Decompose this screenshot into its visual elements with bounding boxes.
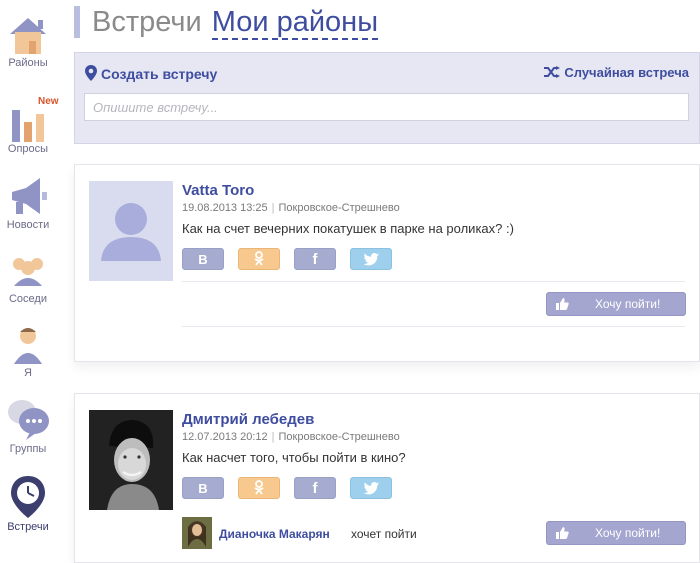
sidebar-item-me[interactable]: Я (0, 322, 56, 379)
want-to-go-label: Хочу пойти! (595, 297, 661, 311)
meetup-district: Покровское-Стрешнево (278, 431, 400, 443)
create-meetup-link[interactable]: Создать встречу (85, 65, 217, 82)
meta-separator: | (271, 431, 275, 443)
vk-icon: В (198, 481, 208, 496)
person-icon (14, 328, 42, 364)
random-meetup-link[interactable]: Случайная встреча (544, 65, 689, 80)
sidebar-item-label: Опросы (7, 143, 49, 155)
vk-icon: В (198, 252, 208, 267)
facebook-icon: f (312, 480, 318, 497)
meetup-description-input[interactable] (84, 93, 689, 121)
default-avatar-icon (89, 181, 173, 281)
page-title: Встречи Мои районы (92, 4, 379, 40)
want-to-go-button[interactable]: Хочу пойти! (546, 292, 686, 316)
share-vk-button[interactable]: В (182, 477, 224, 499)
create-meetup-label: Создать встречу (101, 66, 218, 82)
sidebar-item-news[interactable]: Новости (0, 174, 56, 231)
header-accent-bar (74, 6, 80, 38)
author-name-link[interactable]: Дмитрий лебедев (182, 411, 314, 428)
meetup-meta: 12.07.2013 20:12 | Покровское-Стрешнево (182, 431, 400, 443)
meetup-district: Покровское-Стрешнево (278, 202, 400, 214)
meetup-meta: 19.08.2013 13:25 | Покровское-Стрешнево (182, 202, 400, 214)
meetup-card: Дмитрий лебедев 12.07.2013 20:12 | Покровс… (74, 393, 700, 563)
share-twitter-button[interactable] (350, 248, 392, 270)
odnoklassniki-icon (254, 480, 264, 495)
thumbs-up-icon (556, 298, 569, 310)
share-facebook-button[interactable]: f (294, 248, 336, 270)
twitter-icon (363, 482, 379, 495)
sidebar-item-label: Встречи (7, 521, 49, 533)
new-badge: New (38, 96, 59, 107)
meetup-date: 19.08.2013 13:25 (182, 202, 268, 214)
attendee-name-link[interactable]: Дианочка Макарян (219, 527, 330, 541)
sidebar-item-polls[interactable]: New Опросы (0, 96, 59, 155)
attendee-avatar[interactable] (182, 517, 212, 549)
map-pin-icon (85, 65, 97, 81)
share-facebook-button[interactable]: f (294, 477, 336, 499)
sidebar-item-label: Новости (6, 219, 50, 231)
share-twitter-button[interactable] (350, 477, 392, 499)
twitter-icon (363, 253, 379, 266)
author-photo (89, 410, 173, 510)
sidebar-item-neighbors[interactable]: Соседи (0, 248, 56, 305)
meetup-text: Как насчет того, чтобы пойти в кино? (182, 450, 406, 465)
map-pin-clock-icon (11, 476, 45, 518)
share-ok-button[interactable] (238, 477, 280, 499)
house-icon (10, 18, 46, 54)
meta-separator: | (271, 202, 275, 214)
odnoklassniki-icon (254, 251, 264, 266)
author-name-link[interactable]: Vatta Toro (182, 182, 254, 199)
want-to-go-label: Хочу пойти! (595, 526, 661, 540)
shuffle-icon (544, 66, 561, 78)
chat-bubbles-icon (8, 400, 49, 440)
page-title-text: Встречи (92, 6, 202, 38)
sidebar: Районы New Опросы Новости Соседи Я Групп… (0, 0, 59, 550)
sidebar-item-districts[interactable]: Районы (0, 12, 56, 69)
sidebar-item-groups[interactable]: Группы (0, 396, 56, 455)
attendee-status-text: хочет пойти (351, 527, 417, 541)
create-meetup-panel: Создать встречу Случайная встреча (74, 52, 700, 144)
share-vk-button[interactable]: В (182, 248, 224, 270)
meetup-text: Как на счет вечерних покатушек в парке н… (182, 221, 514, 236)
meetup-card: Vatta Toro 19.08.2013 13:25 | Покровское-С… (74, 164, 700, 362)
sidebar-item-meetups[interactable]: Встречи (0, 474, 56, 533)
sidebar-item-label: Районы (8, 57, 48, 69)
megaphone-icon (12, 178, 47, 214)
thumbs-up-icon (556, 527, 569, 539)
my-districts-link[interactable]: Мои районы (211, 6, 379, 40)
sidebar-item-label: Группы (9, 443, 47, 455)
neighbors-icon (13, 258, 43, 286)
card-divider (182, 281, 685, 282)
share-ok-button[interactable] (238, 248, 280, 270)
sidebar-item-label: Я (24, 367, 32, 379)
card-divider (182, 326, 685, 327)
random-meetup-label: Случайная встреча (564, 65, 689, 80)
want-to-go-button[interactable]: Хочу пойти! (546, 521, 686, 545)
meetup-date: 12.07.2013 20:12 (182, 431, 268, 443)
sidebar-item-label: Соседи (8, 293, 47, 305)
facebook-icon: f (312, 251, 318, 268)
